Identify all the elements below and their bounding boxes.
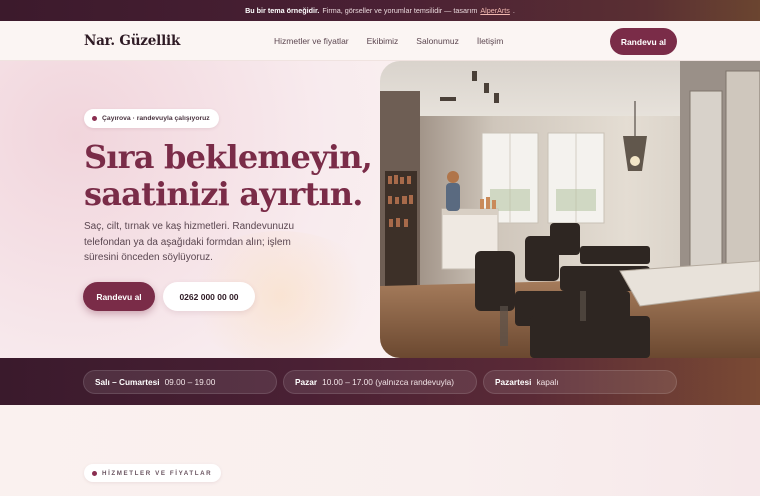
opening-hours-bar: Salı – Cumartesi 09.00 – 19.00 Pazar 10.…	[0, 358, 760, 405]
nav-item-team[interactable]: Ekibimiz	[367, 36, 399, 46]
location-badge: Çayırova · randevuyla çalışıyoruz	[84, 109, 219, 128]
announcement-bold: Bu bir tema örneğidir.	[245, 6, 320, 15]
announcement-bar: Bu bir tema örneğidir. Firma, görseller …	[0, 0, 760, 21]
hours-day: Pazar	[295, 377, 318, 387]
location-badge-text: Çayırova · randevuyla çalışıyoruz	[102, 115, 210, 122]
header-appointment-button[interactable]: Randevu al	[610, 28, 677, 55]
section-dot-icon	[92, 470, 97, 476]
hours-time: kapalı	[536, 377, 559, 387]
hours-time: 10.00 – 17.00 (yalnızca randevuyla)	[322, 377, 455, 387]
hours-day: Pazartesi	[495, 377, 532, 387]
nav-item-services[interactable]: Hizmetler ve fiyatlar	[274, 36, 349, 46]
site-header: Nar. Güzellik Hizmetler ve fiyatlar Ekib…	[0, 21, 760, 61]
hours-card: Salı – Cumartesi 09.00 – 19.00	[83, 370, 277, 394]
nav-item-contact[interactable]: İletişim	[477, 36, 503, 46]
services-section: HİZMETLER VE FİYATLAR	[0, 405, 760, 496]
hero-headline-line1: Sıra beklemeyin,	[84, 138, 373, 176]
badge-dot-icon	[92, 116, 97, 121]
hours-card: Pazartesi kapalı	[483, 370, 677, 394]
hero-lead: Saç, cilt, tırnak ve kaş hizmetleri. Ran…	[84, 221, 295, 263]
services-section-label-text: HİZMETLER VE FİYATLAR	[102, 469, 213, 477]
hero-phone-button[interactable]: 0262 000 00 00	[163, 282, 255, 311]
hero-headline-line2: saatinizi ayırtın.	[84, 175, 363, 213]
nav-item-salon[interactable]: Salonumuz	[416, 36, 459, 46]
main-nav: Hizmetler ve fiyatlar Ekibimiz Salonumuz…	[274, 36, 503, 46]
hero-section: Çayırova · randevuyla çalışıyoruz Sıra b…	[0, 61, 760, 361]
hero-appointment-button[interactable]: Randevu al	[83, 282, 155, 311]
salon-interior-photo	[380, 61, 760, 358]
services-section-label: HİZMETLER VE FİYATLAR	[84, 464, 222, 482]
hours-card: Pazar 10.00 – 17.00 (yalnızca randevuyla…	[283, 370, 477, 394]
announcement-link[interactable]: AlperArts	[480, 6, 510, 15]
hero-headline: Sıra beklemeyin, saatinizi ayırtın.	[84, 139, 384, 213]
announcement-text: Firma, görseller ve yorumlar temsilidir …	[322, 6, 478, 15]
brand-logo[interactable]: Nar. Güzellik	[84, 33, 180, 49]
hours-time: 09.00 – 19.00	[164, 377, 216, 387]
announcement-end: .	[512, 6, 515, 15]
hours-day: Salı – Cumartesi	[95, 377, 160, 387]
